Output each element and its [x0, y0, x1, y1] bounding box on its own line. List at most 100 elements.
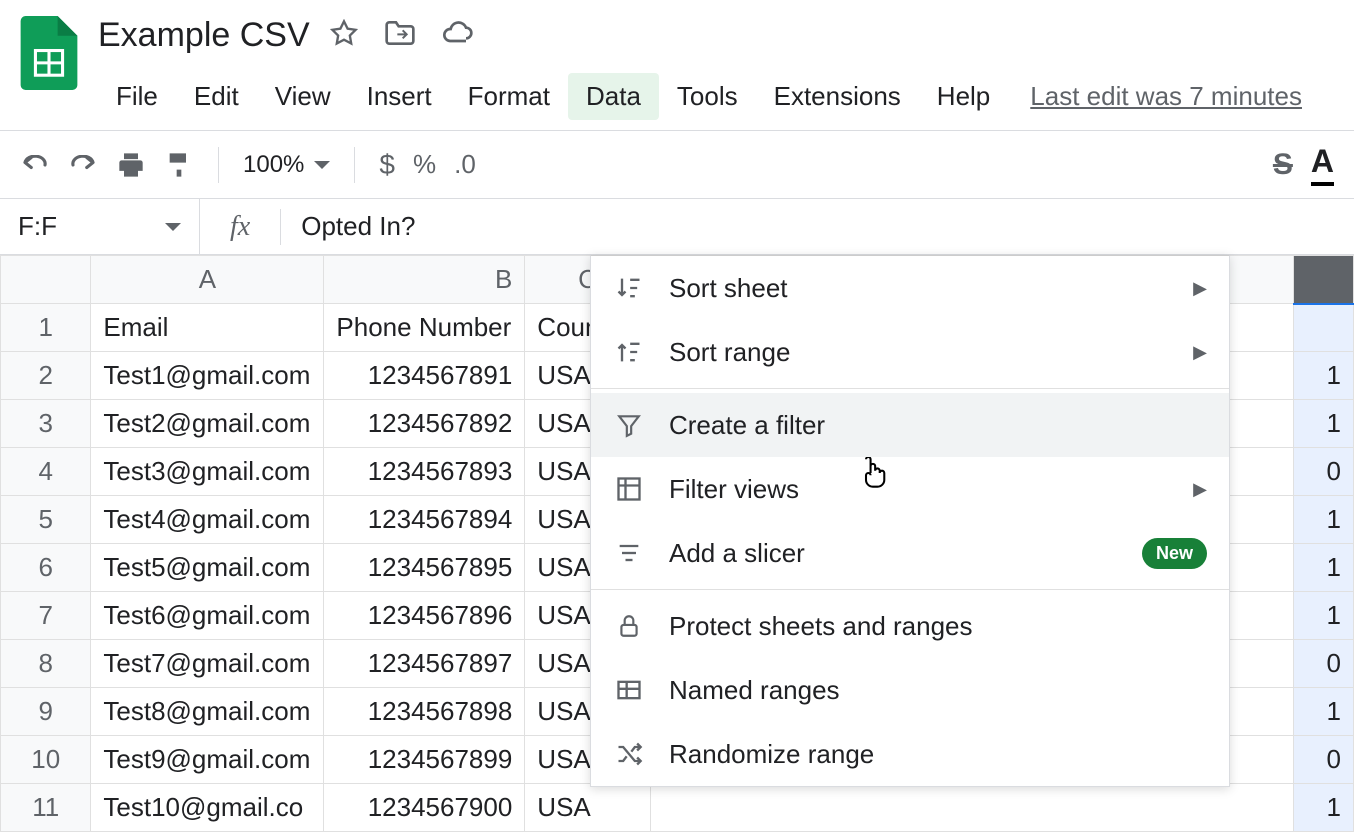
- cell-selected-column[interactable]: 1: [1293, 496, 1353, 544]
- menuitem-protect-ranges[interactable]: Protect sheets and ranges: [591, 594, 1229, 658]
- row-header[interactable]: 1: [1, 304, 91, 352]
- column-header[interactable]: A: [91, 256, 324, 304]
- select-all-corner[interactable]: [1, 256, 91, 304]
- cell-selected-column[interactable]: 1: [1293, 592, 1353, 640]
- menu-insert[interactable]: Insert: [349, 73, 450, 120]
- row-header[interactable]: 3: [1, 400, 91, 448]
- menuitem-label: Sort sheet: [669, 273, 1169, 304]
- menu-separator: [591, 388, 1229, 389]
- formula-input[interactable]: Opted In?: [301, 211, 415, 242]
- cell-selected-column[interactable]: 1: [1293, 400, 1353, 448]
- cell[interactable]: Test4@gmail.com: [91, 496, 324, 544]
- column-header-selected[interactable]: [1293, 256, 1353, 304]
- menuitem-filter-views[interactable]: Filter views ▶: [591, 457, 1229, 521]
- menu-edit[interactable]: Edit: [176, 73, 257, 120]
- menu-help[interactable]: Help: [919, 73, 1008, 120]
- cell-selected-column[interactable]: 1: [1293, 352, 1353, 400]
- row-header[interactable]: 10: [1, 736, 91, 784]
- document-title[interactable]: Example CSV: [98, 16, 310, 55]
- row-header[interactable]: 4: [1, 448, 91, 496]
- menu-extensions[interactable]: Extensions: [756, 73, 919, 120]
- menuitem-named-ranges[interactable]: Named ranges: [591, 658, 1229, 722]
- menuitem-label: Randomize range: [669, 739, 1207, 770]
- cell[interactable]: 1234567891: [324, 352, 525, 400]
- cell-selected-column[interactable]: 0: [1293, 448, 1353, 496]
- caret-down-icon: [165, 223, 181, 231]
- cell[interactable]: Test8@gmail.com: [91, 688, 324, 736]
- toolbar-separator: [354, 147, 355, 183]
- cell[interactable]: 1234567892: [324, 400, 525, 448]
- cell-selected-column[interactable]: 1: [1293, 784, 1353, 832]
- cell[interactable]: 1234567893: [324, 448, 525, 496]
- cell-selected-column[interactable]: 1: [1293, 544, 1353, 592]
- cell[interactable]: [650, 784, 1293, 832]
- zoom-select[interactable]: 100%: [243, 151, 330, 179]
- menuitem-add-slicer[interactable]: Add a slicer New: [591, 521, 1229, 585]
- cell[interactable]: Test2@gmail.com: [91, 400, 324, 448]
- cloud-saved-icon[interactable]: [442, 19, 474, 52]
- cell[interactable]: Test6@gmail.com: [91, 592, 324, 640]
- cell-selected-column[interactable]: 1: [1293, 688, 1353, 736]
- cell[interactable]: USA: [525, 784, 651, 832]
- menuitem-label: Named ranges: [669, 675, 1207, 706]
- strikethrough-button[interactable]: S: [1273, 148, 1293, 182]
- shuffle-icon: [613, 738, 645, 770]
- cell[interactable]: 1234567894: [324, 496, 525, 544]
- text-color-button[interactable]: A: [1311, 143, 1334, 186]
- menuitem-randomize-range[interactable]: Randomize range: [591, 722, 1229, 786]
- row-header[interactable]: 7: [1, 592, 91, 640]
- sheets-logo-icon[interactable]: [20, 16, 78, 90]
- last-edit-link[interactable]: Last edit was 7 minutes: [1030, 81, 1302, 112]
- menuitem-sort-range[interactable]: Sort range ▶: [591, 320, 1229, 384]
- menu-file[interactable]: File: [98, 73, 176, 120]
- cell[interactable]: Test9@gmail.com: [91, 736, 324, 784]
- cell[interactable]: 1234567899: [324, 736, 525, 784]
- print-icon[interactable]: [116, 150, 146, 180]
- cell[interactable]: Test1@gmail.com: [91, 352, 324, 400]
- funnel-icon: [613, 409, 645, 441]
- cell-selected-column[interactable]: [1293, 304, 1353, 352]
- cell-selected-column[interactable]: 0: [1293, 736, 1353, 784]
- cell[interactable]: Test3@gmail.com: [91, 448, 324, 496]
- sort-az-icon: [613, 272, 645, 304]
- row-header[interactable]: 11: [1, 784, 91, 832]
- menuitem-create-filter[interactable]: Create a filter: [591, 393, 1229, 457]
- row-header[interactable]: 9: [1, 688, 91, 736]
- cell[interactable]: 1234567896: [324, 592, 525, 640]
- cell[interactable]: Email: [91, 304, 324, 352]
- menuitem-label: Sort range: [669, 337, 1169, 368]
- row-header[interactable]: 2: [1, 352, 91, 400]
- cell[interactable]: 1234567895: [324, 544, 525, 592]
- paint-format-icon[interactable]: [164, 150, 194, 180]
- row-header[interactable]: 6: [1, 544, 91, 592]
- cell[interactable]: 1234567898: [324, 688, 525, 736]
- decrease-decimal-button[interactable]: .0: [454, 149, 476, 180]
- cell[interactable]: Test7@gmail.com: [91, 640, 324, 688]
- cell[interactable]: Test10@gmail.co: [91, 784, 324, 832]
- move-folder-icon[interactable]: [384, 19, 416, 52]
- menuitem-sort-sheet[interactable]: Sort sheet ▶: [591, 256, 1229, 320]
- column-header[interactable]: B: [324, 256, 525, 304]
- data-menu-dropdown: Sort sheet ▶ Sort range ▶ Create a filte…: [590, 255, 1230, 787]
- cell[interactable]: Test5@gmail.com: [91, 544, 324, 592]
- cell-selected-column[interactable]: 0: [1293, 640, 1353, 688]
- undo-icon[interactable]: [20, 150, 50, 180]
- cell[interactable]: 1234567900: [324, 784, 525, 832]
- menu-view[interactable]: View: [257, 73, 349, 120]
- menu-format[interactable]: Format: [450, 73, 568, 120]
- slicer-icon: [613, 537, 645, 569]
- row-header[interactable]: 8: [1, 640, 91, 688]
- menu-tools[interactable]: Tools: [659, 73, 756, 120]
- format-currency-button[interactable]: $: [379, 149, 395, 181]
- pointer-cursor-icon: [860, 457, 888, 495]
- name-box[interactable]: F:F: [0, 199, 200, 254]
- row-header[interactable]: 5: [1, 496, 91, 544]
- spreadsheet-grid[interactable]: A B C 1 Email Phone Number Country 2 Tes…: [0, 255, 1354, 832]
- format-percent-button[interactable]: %: [413, 149, 436, 180]
- menu-data[interactable]: Data: [568, 73, 659, 120]
- redo-icon[interactable]: [68, 150, 98, 180]
- cell[interactable]: Phone Number: [324, 304, 525, 352]
- cell[interactable]: 1234567897: [324, 640, 525, 688]
- star-icon[interactable]: [330, 19, 358, 52]
- menuitem-label: Filter views: [669, 474, 1169, 505]
